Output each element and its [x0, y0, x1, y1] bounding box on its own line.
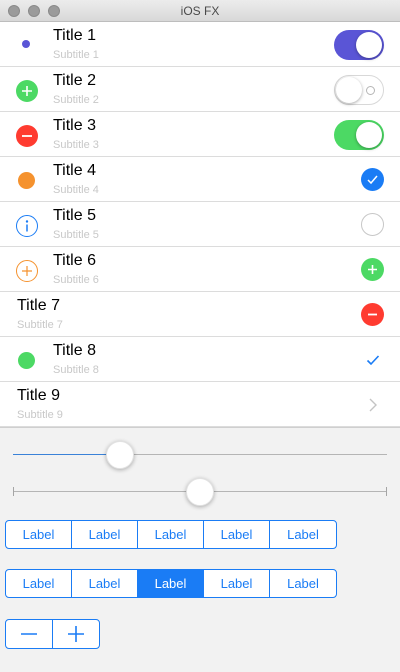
list-item[interactable]: Title 9 Subtitle 9 — [0, 382, 400, 427]
plus-circle-icon[interactable] — [361, 258, 384, 281]
row-subtitle: Subtitle 5 — [53, 229, 99, 241]
slider-thumb[interactable] — [186, 478, 214, 506]
list-item[interactable]: Title 1 Subtitle 1 — [0, 22, 400, 67]
info-icon — [16, 215, 38, 237]
increment-button[interactable] — [53, 620, 99, 648]
list-item[interactable]: Title 2 Subtitle 2 — [0, 67, 400, 112]
decrement-button[interactable] — [6, 620, 53, 648]
list-item[interactable]: Title 5 Subtitle 5 — [0, 202, 400, 247]
row-subtitle: Subtitle 4 — [53, 184, 99, 196]
row-title: Title 7 — [17, 297, 60, 314]
slider-thumb[interactable] — [106, 441, 135, 469]
table-list[interactable]: Title 1 Subtitle 1 Title 2 Subtitle 2 Ti… — [0, 22, 400, 428]
segment[interactable]: Label — [72, 570, 138, 597]
toggle-switch[interactable] — [334, 75, 384, 105]
row-subtitle: Subtitle 8 — [53, 364, 99, 376]
toggle-switch[interactable] — [334, 30, 384, 60]
row-subtitle: Subtitle 3 — [53, 139, 99, 151]
row-subtitle: Subtitle 1 — [53, 49, 99, 61]
minus-circle-icon[interactable] — [361, 303, 384, 326]
segmented-control[interactable]: Label Label Label Label Label — [5, 520, 337, 549]
segment[interactable]: Label — [138, 521, 204, 548]
row-subtitle: Subtitle 6 — [53, 274, 99, 286]
row-title: Title 5 — [53, 207, 96, 224]
minus-icon — [21, 633, 37, 635]
segmented-control[interactable]: Label Label Label Label Label — [5, 569, 337, 598]
checkmark-icon[interactable] — [361, 348, 384, 371]
stepper[interactable] — [5, 619, 100, 649]
slider-tick — [13, 487, 14, 496]
slider-tick — [386, 487, 387, 496]
segment[interactable]: Label — [6, 570, 72, 597]
row-subtitle: Subtitle 2 — [53, 94, 99, 106]
row-title: Title 2 — [53, 72, 96, 89]
row-title: Title 4 — [53, 162, 96, 179]
row-title: Title 9 — [17, 387, 60, 404]
segment[interactable]: Label — [72, 521, 138, 548]
dot-icon — [18, 172, 35, 189]
row-title: Title 6 — [53, 252, 96, 269]
empty-circle-icon[interactable] — [361, 213, 384, 236]
row-title: Title 3 — [53, 117, 96, 134]
window-title: iOS FX — [180, 4, 220, 18]
segment[interactable]: Label — [6, 521, 72, 548]
segment[interactable]: Label — [204, 570, 270, 597]
list-item[interactable]: Title 4 Subtitle 4 — [0, 157, 400, 202]
plus-icon — [68, 626, 84, 642]
toggle-switch[interactable] — [334, 120, 384, 150]
row-subtitle: Subtitle 9 — [17, 409, 63, 421]
row-subtitle: Subtitle 7 — [17, 319, 63, 331]
plus-circle-icon — [16, 80, 38, 102]
list-item[interactable]: Title 3 Subtitle 3 — [0, 112, 400, 157]
segment[interactable]: Label — [270, 521, 336, 548]
list-item[interactable]: Title 6 Subtitle 6 — [0, 247, 400, 292]
slider-fill — [13, 454, 121, 455]
chevron-right-icon[interactable] — [361, 393, 384, 416]
dot-icon — [18, 352, 35, 369]
list-item[interactable]: Title 8 Subtitle 8 — [0, 337, 400, 382]
segment[interactable]: Label — [270, 570, 336, 597]
row-title: Title 8 — [53, 342, 96, 359]
list-item[interactable]: Title 7 Subtitle 7 — [0, 292, 400, 337]
slider[interactable] — [13, 440, 387, 470]
segment[interactable]: Label — [204, 521, 270, 548]
dot-icon — [22, 40, 30, 48]
row-title: Title 1 — [53, 27, 96, 44]
minus-circle-icon — [16, 125, 38, 147]
plus-outline-icon — [16, 260, 38, 282]
segment-selected[interactable]: Label — [138, 570, 204, 597]
checkmark-circle-icon[interactable] — [361, 168, 384, 191]
slider-with-ticks[interactable] — [13, 477, 387, 507]
window-titlebar: iOS FX — [0, 0, 400, 22]
